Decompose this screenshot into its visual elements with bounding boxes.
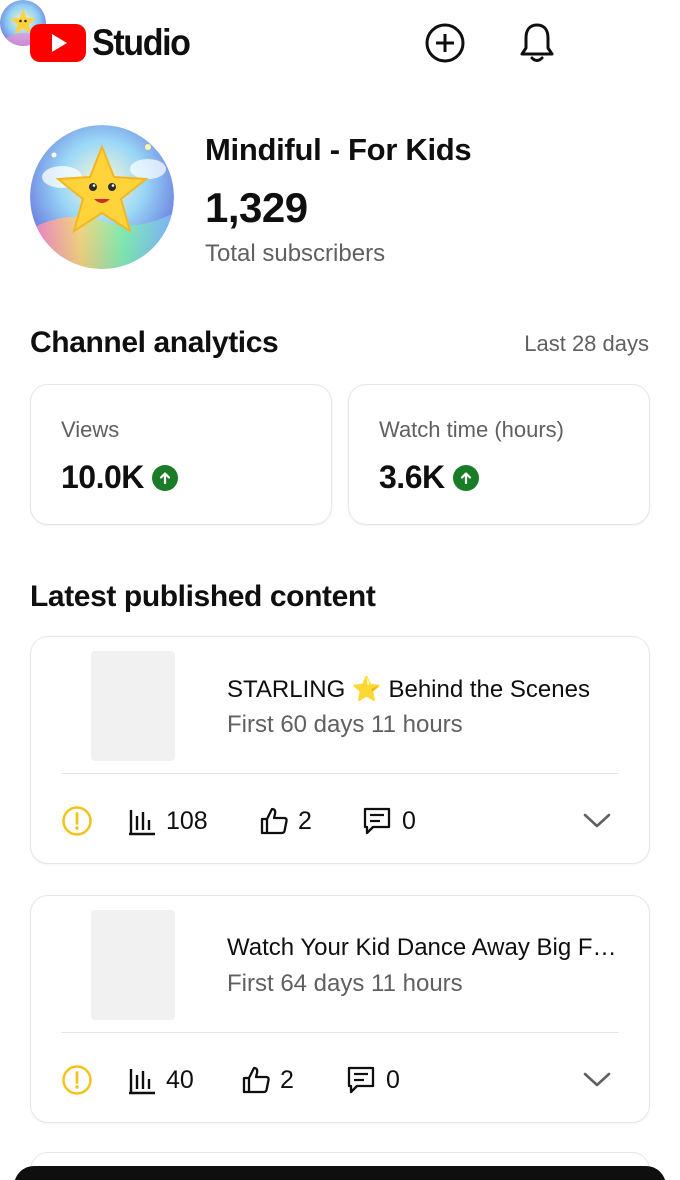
comments-metric: 0: [361, 803, 416, 839]
trend-up-icon: [151, 464, 178, 491]
video-thumbnail[interactable]: [91, 910, 175, 1020]
video-metrics: 40 2 0: [61, 1062, 621, 1098]
views-card[interactable]: Views 10.0K: [30, 384, 332, 525]
warning-indicator[interactable]: [61, 803, 93, 839]
subscriber-count: 1,329: [205, 184, 308, 231]
warning-icon: [62, 806, 92, 836]
views-count: 40: [166, 1065, 194, 1094]
youtube-logo-icon: [30, 24, 86, 62]
thumb-up-icon: [260, 807, 288, 835]
channel-name: Mindiful - For Kids: [205, 132, 472, 167]
card-divider: [61, 773, 619, 774]
comments-metric: 0: [345, 1062, 400, 1098]
warning-indicator[interactable]: [61, 1062, 93, 1098]
star-mascot-image: [30, 125, 174, 269]
app-title: Studio: [92, 22, 191, 63]
video-thumbnail[interactable]: [91, 651, 175, 761]
views-label: Views: [61, 417, 120, 442]
studio-logo[interactable]: Studio: [30, 22, 198, 64]
comment-icon: [347, 1066, 375, 1094]
watch-time-label: Watch time (hours): [379, 417, 565, 442]
views-count: 108: [166, 806, 208, 835]
video-metrics: 108 2 0: [61, 803, 621, 839]
chevron-down-icon: [583, 813, 611, 828]
subscriber-count-label: Total subscribers: [205, 240, 386, 267]
watch-time-value-row: 3.6K: [379, 459, 479, 496]
warning-icon: [62, 1065, 92, 1095]
create-icon: [425, 23, 465, 63]
comments-count: 0: [386, 1065, 400, 1094]
bar-chart-icon: [129, 1069, 155, 1095]
video-title[interactable]: STARLING ⭐ Behind the Scenes: [227, 675, 627, 704]
views-metric: 108: [127, 803, 208, 839]
likes-count: 2: [298, 806, 312, 835]
watch-time-card[interactable]: Watch time (hours) 3.6K: [348, 384, 650, 525]
analytics-period: Last 28 days: [524, 331, 649, 356]
thumb-up-icon: [242, 1066, 270, 1094]
watch-time-value: 3.6K: [379, 459, 445, 495]
video-period: First 64 days 11 hours: [227, 970, 463, 997]
chevron-down-icon: [583, 1072, 611, 1087]
bell-icon: [520, 23, 554, 62]
card-divider: [61, 1032, 619, 1033]
expand-button[interactable]: [581, 805, 613, 837]
expand-button[interactable]: [581, 1064, 613, 1096]
views-value-row: 10.0K: [61, 459, 178, 496]
trend-up-icon: [452, 464, 479, 491]
likes-count: 2: [280, 1065, 294, 1094]
video-period: First 60 days 11 hours: [227, 711, 463, 738]
create-button[interactable]: [422, 20, 468, 66]
content-card[interactable]: STARLING ⭐ Behind the Scenes First 60 da…: [30, 636, 650, 864]
bottom-bar: [14, 1166, 666, 1180]
likes-metric: 2: [259, 803, 312, 839]
comment-icon: [363, 807, 391, 835]
app-header: Studio: [0, 0, 680, 90]
views-metric: 40: [127, 1062, 194, 1098]
channel-avatar[interactable]: [30, 125, 174, 269]
likes-metric: 2: [241, 1062, 294, 1098]
channel-analytics-title: Channel analytics: [30, 326, 279, 359]
views-value: 10.0K: [61, 459, 144, 495]
video-title[interactable]: Watch Your Kid Dance Away Big Feelings: [227, 934, 627, 962]
notifications-button[interactable]: [514, 20, 560, 66]
content-card[interactable]: Watch Your Kid Dance Away Big Feelings F…: [30, 895, 650, 1123]
comments-count: 0: [402, 806, 416, 835]
bar-chart-icon: [129, 810, 155, 836]
latest-content-title: Latest published content: [30, 580, 376, 613]
